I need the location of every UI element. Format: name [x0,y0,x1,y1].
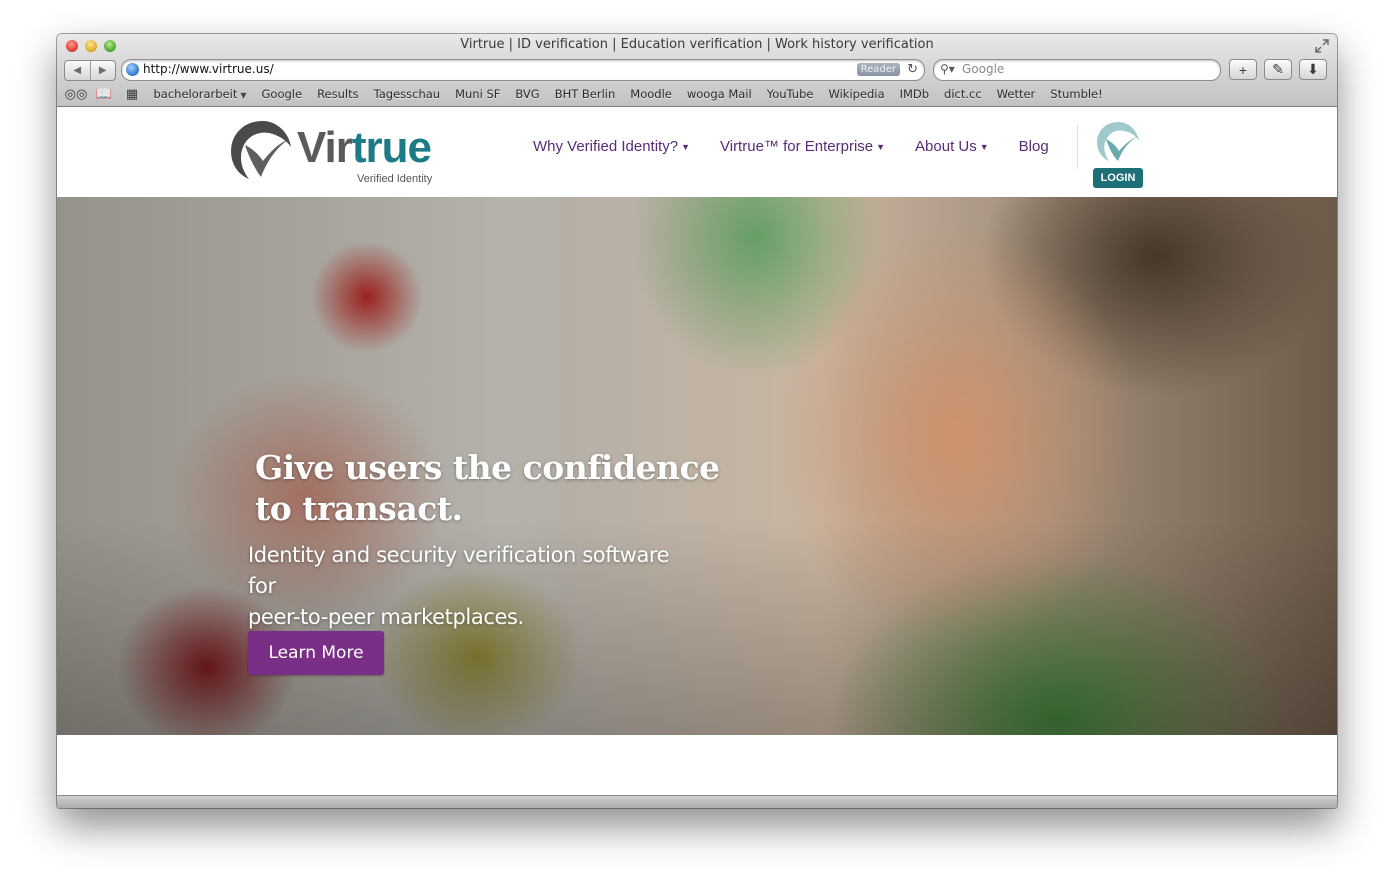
main-nav: Why Verified Identity? ▼ Virtrue™ for Ent… [533,138,1079,155]
bookmark-wooga-mail[interactable]: wooga Mail [679,87,759,101]
back-button[interactable]: ◀ [65,61,90,80]
hero-subtitle: Identity and security verification softw… [248,543,670,629]
caret-down-icon: ▼ [876,141,886,152]
nav-divider [1077,125,1078,169]
edit-button[interactable]: ✎ [1264,59,1292,80]
add-bookmark-button[interactable]: + [1229,59,1257,80]
forward-arrow-icon: ▶ [98,65,107,76]
nav-blog[interactable]: Blog [1019,138,1049,155]
bookmark-bachelorarbeit[interactable]: bachelorarbeit ▼ [146,87,254,101]
reload-icon[interactable]: ↻ [907,61,918,77]
chevron-down-icon: ▼ [240,91,247,100]
window-title: Virtrue | ID verification | Education ve… [460,37,934,52]
bookmark-imdb[interactable]: IMDb [892,87,936,101]
back-arrow-icon: ◀ [73,65,82,76]
bookmark-bvg[interactable]: BVG [508,87,547,101]
bookmarks-book-icon[interactable]: 📖 [90,87,118,102]
search-field[interactable]: ⚲▾ Google [933,59,1221,81]
bookmark-wetter[interactable]: Wetter [989,87,1043,101]
bookmarks-bar: ◎◎ 📖 ▦ bachelorarbeit ▼ Google Results Ta… [57,84,1337,104]
search-icon: ⚲▾ [940,62,955,76]
bookmark-dictcc[interactable]: dict.cc [937,87,990,101]
nav-about-us[interactable]: About Us ▼ [915,138,989,155]
hero-title: Give users the confidence to transact. [255,448,720,528]
address-bar[interactable]: http://www.virtrue.us/ Reader ↻ [121,59,925,81]
site-header: Virtrue Verified Identity Why Verified I… [57,107,1337,197]
login-swoosh-icon[interactable] [1093,119,1143,165]
web-page: Virtrue Verified Identity Why Verified I… [57,107,1337,795]
caret-down-icon: ▼ [681,141,690,152]
bookmark-google[interactable]: Google [254,87,310,101]
bookmark-youtube[interactable]: YouTube [759,87,821,101]
nav-virtrue-for-enterprise[interactable]: Virtrue™ for Enterprise ▼ [720,138,885,155]
address-text[interactable]: http://www.virtrue.us/ [143,62,274,76]
pencil-icon: ✎ [1272,61,1284,77]
bookmark-bht-berlin[interactable]: BHT Berlin [547,87,623,101]
caret-down-icon: ▼ [979,141,989,152]
download-icon: ⬇ [1307,61,1319,77]
bookmark-results[interactable]: Results [310,87,367,101]
downloads-button[interactable]: ⬇ [1299,59,1327,80]
bookmark-muni-sf[interactable]: Muni SF [448,87,508,101]
nav-why-verified-identity[interactable]: Why Verified Identity? ▼ [533,138,690,155]
reading-list-icon[interactable]: ◎◎ [62,87,90,102]
bookmark-moodle[interactable]: Moodle [623,87,680,101]
status-bar [57,795,1337,808]
plus-icon: + [1238,61,1248,78]
fullscreen-icon[interactable] [1315,39,1329,53]
logo-swoosh-icon [231,121,291,179]
globe-icon [126,63,139,76]
logo-tagline: Verified Identity [357,173,433,185]
search-placeholder[interactable]: Google [962,62,1004,76]
browser-window: Virtrue | ID verification | Education ve… [57,34,1337,808]
learn-more-button[interactable]: Learn More [248,631,384,675]
back-forward-buttons: ◀ ▶ [64,60,116,81]
bookmark-wikipedia[interactable]: Wikipedia [821,87,892,101]
browser-chrome: Virtrue | ID verification | Education ve… [57,34,1337,107]
bookmark-tagesschau[interactable]: Tagesschau [366,87,447,101]
site-logo[interactable]: Virtrue Verified Identity [227,117,447,187]
login-button[interactable]: LOGIN [1093,168,1143,188]
top-sites-grid-icon[interactable]: ▦ [118,87,146,102]
hero-banner: Give users the confidence to transact. I… [57,197,1337,735]
bookmark-stumble[interactable]: Stumble! [1043,87,1110,101]
forward-button[interactable]: ▶ [89,61,116,80]
reader-button[interactable]: Reader [856,63,900,76]
logo-wordmark: Virtrue [297,123,432,172]
